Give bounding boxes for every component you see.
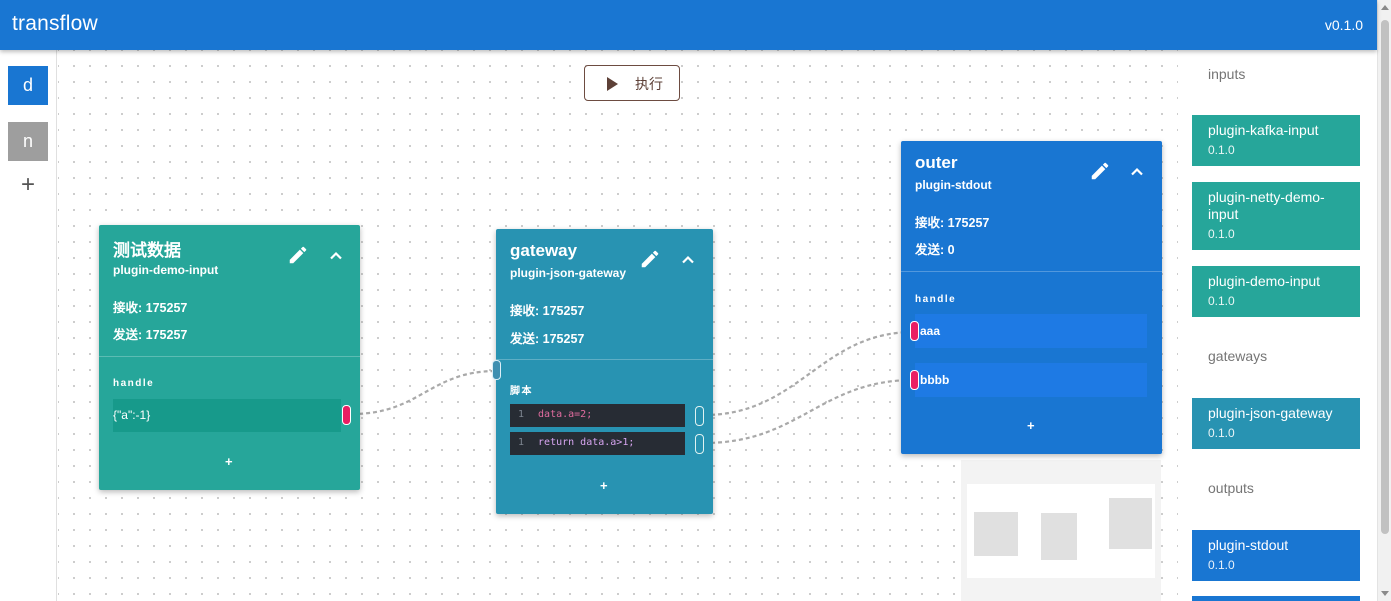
node-title: gateway xyxy=(510,241,578,260)
plugin-item[interactable]: plugin-demo-input 0.1.0 xyxy=(1192,266,1360,317)
node-divider xyxy=(901,271,1162,272)
workspace-button-n[interactable]: n xyxy=(8,122,48,161)
run-button-label: 执行 xyxy=(635,76,663,92)
line-number: 1 xyxy=(518,409,525,420)
play-icon xyxy=(607,77,618,91)
app-bar: transflow v0.1.0 xyxy=(0,0,1377,50)
plugin-version: 0.1.0 xyxy=(1208,227,1235,241)
plugin-name: plugin-stdout xyxy=(1208,537,1289,553)
add-workspace-button[interactable]: + xyxy=(17,173,39,197)
script-editor[interactable]: 1 return data.a>1; xyxy=(510,432,685,455)
plugin-panel: inputs plugin-kafka-input 0.1.0 plugin-n… xyxy=(1178,50,1377,601)
run-button[interactable]: 执行 xyxy=(584,65,680,101)
plugin-item[interactable]: plugin-kafka-input 0.1.0 xyxy=(1192,115,1360,166)
handle-label: aaa xyxy=(920,324,941,338)
node-plugin: plugin-json-gateway xyxy=(510,266,627,280)
plugin-version: 0.1.0 xyxy=(1208,558,1235,572)
category-label-inputs: inputs xyxy=(1208,66,1246,82)
node-divider xyxy=(99,356,360,357)
script-editor[interactable]: 1 data.a=2; xyxy=(510,404,685,427)
output-port[interactable] xyxy=(695,406,704,426)
minimap[interactable] xyxy=(961,460,1161,601)
handle-row[interactable]: {"a":-1} xyxy=(113,399,341,432)
plugin-version: 0.1.0 xyxy=(1208,143,1235,157)
handle-label: bbbb xyxy=(920,373,950,387)
minimap-node xyxy=(974,512,1018,556)
node-title: 测试数据 xyxy=(113,241,181,260)
output-port[interactable] xyxy=(695,434,704,454)
add-handle-button[interactable]: + xyxy=(225,454,233,469)
plugin-item-partial[interactable] xyxy=(1192,596,1360,601)
plugin-name: plugin-kafka-input xyxy=(1208,122,1319,138)
node-title: outer xyxy=(915,153,958,172)
handle-label: {"a":-1} xyxy=(113,408,151,422)
handle-row[interactable]: aaa xyxy=(915,314,1147,348)
plugin-version: 0.1.0 xyxy=(1208,426,1235,440)
app-version: v0.1.0 xyxy=(1324,17,1363,33)
workspace-button-d[interactable]: d xyxy=(8,66,48,105)
minimap-node xyxy=(1041,513,1077,560)
scrollbar[interactable] xyxy=(1377,0,1391,601)
chevron-up-icon[interactable] xyxy=(1127,162,1147,182)
script-code: return data.a>1; xyxy=(538,437,635,448)
scrollbar-thumb[interactable] xyxy=(1381,20,1389,534)
input-port[interactable] xyxy=(910,370,919,390)
plugin-name: plugin-json-gateway xyxy=(1208,405,1333,421)
scroll-up-arrow-icon[interactable] xyxy=(1381,5,1389,10)
minimap-node xyxy=(1109,498,1152,549)
category-label-gateways: gateways xyxy=(1208,348,1268,364)
plugin-item[interactable]: plugin-json-gateway 0.1.0 xyxy=(1192,398,1360,449)
app-title: transflow xyxy=(12,12,98,35)
chevron-up-icon[interactable] xyxy=(326,246,346,266)
node-gateway[interactable]: gateway plugin-json-gateway 接收: 175257 发… xyxy=(492,229,713,514)
minimap-viewport xyxy=(967,484,1155,578)
node-received: 接收: 175257 xyxy=(113,301,188,315)
add-handle-button[interactable]: + xyxy=(1027,418,1035,433)
node-plugin: plugin-stdout xyxy=(915,178,992,192)
plugin-item[interactable]: plugin-netty-demo-input 0.1.0 xyxy=(1192,182,1360,250)
script-code: data.a=2; xyxy=(538,409,593,420)
edit-icon[interactable] xyxy=(1089,160,1111,182)
node-received: 接收: 175257 xyxy=(915,216,990,230)
node-output[interactable]: outer plugin-stdout 接收: 175257 发送: 0 han… xyxy=(901,141,1162,454)
node-section-label: 脚本 xyxy=(510,386,533,397)
node-section-label: handle xyxy=(915,294,957,305)
node-section-label: handle xyxy=(113,378,155,389)
edit-icon[interactable] xyxy=(639,248,661,270)
edit-icon[interactable] xyxy=(287,244,309,266)
plugin-name: plugin-demo-input xyxy=(1208,273,1321,289)
input-port[interactable] xyxy=(492,360,501,380)
plugin-name: plugin-netty-demo-input xyxy=(1208,189,1325,222)
plugin-item[interactable]: plugin-stdout 0.1.0 xyxy=(1192,530,1360,581)
output-port[interactable] xyxy=(342,405,351,425)
node-sent: 发送: 175257 xyxy=(510,332,585,346)
add-script-button[interactable]: + xyxy=(600,478,608,493)
node-sent: 发送: 0 xyxy=(915,243,955,257)
scroll-down-arrow-icon[interactable] xyxy=(1381,591,1389,596)
handle-row[interactable]: bbbb xyxy=(915,363,1147,397)
category-label-outputs: outputs xyxy=(1208,480,1254,496)
input-port[interactable] xyxy=(910,321,919,341)
node-input[interactable]: 测试数据 plugin-demo-input 接收: 175257 发送: 17… xyxy=(99,225,360,490)
node-divider xyxy=(496,359,713,360)
workspace-sidebar: d n + xyxy=(0,50,57,601)
line-number: 1 xyxy=(518,437,525,448)
node-sent: 发送: 175257 xyxy=(113,328,188,342)
chevron-up-icon[interactable] xyxy=(678,250,698,270)
node-received: 接收: 175257 xyxy=(510,304,585,318)
plugin-version: 0.1.0 xyxy=(1208,294,1235,308)
node-plugin: plugin-demo-input xyxy=(113,263,219,277)
